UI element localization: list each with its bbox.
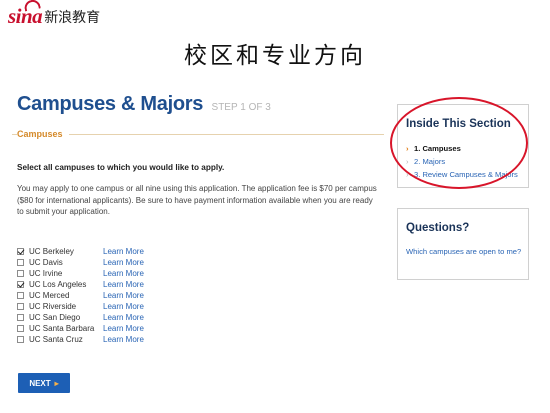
inside-section-title: Inside This Section [406,118,511,130]
campus-name: UC Merced [29,291,70,300]
campus-row: UC Berkeley Learn More [17,246,144,257]
campus-checkbox[interactable] [17,292,24,299]
questions-panel: Questions? Which campuses are open to me… [397,208,529,280]
campus-checkbox[interactable] [17,303,24,310]
logo-text: 新浪教育 [44,10,101,26]
sina-logo: sina 新浪教育 [8,0,101,27]
campus-name: UC Riverside [29,302,77,311]
campus-name: UC Davis [29,258,63,267]
campus-checkbox[interactable] [17,325,24,332]
slide-title: 校区和专业方向 [184,43,366,69]
step-indicator: STEP 1 OF 3 [211,102,271,113]
campus-name: UC Irvine [29,269,63,278]
learn-more-link[interactable]: Learn More [103,258,144,267]
section-nav-majors[interactable]: › 2. Majors [406,157,445,166]
campus-checkbox[interactable] [17,281,24,288]
learn-more-link[interactable]: Learn More [103,247,144,256]
campus-list: UC Berkeley Learn More UC Davis Learn Mo… [17,246,144,345]
learn-more-link[interactable]: Learn More [103,302,144,311]
campus-checkbox[interactable] [17,336,24,343]
section-label: Campuses [17,129,69,139]
chevron-right-icon: › [406,144,409,153]
next-button-label: NEXT [29,378,51,388]
section-nav-label: 1. Campuses [414,144,461,153]
section-nav-label: 3. Review Campuses & Majors [414,170,518,179]
inside-section-panel: Inside This Section › 1. Campuses › 2. Maj… [397,104,529,188]
chevron-right-icon: ▸ [54,378,59,388]
questions-title: Questions? [406,222,470,234]
learn-more-link[interactable]: Learn More [103,313,144,322]
campus-row: UC Riverside Learn More [17,301,144,312]
campus-checkbox[interactable] [17,314,24,321]
chevron-right-icon: › [406,157,409,166]
campus-row: UC Los Angeles Learn More [17,279,144,290]
campus-row: UC San Diego Learn More [17,312,144,323]
campus-name: UC Berkeley [29,247,74,256]
learn-more-link[interactable]: Learn More [103,324,144,333]
campus-row: UC Santa Cruz Learn More [17,334,144,345]
campus-name: UC San Diego [29,313,81,322]
next-button[interactable]: NEXT ▸ [18,373,70,393]
section-nav-review[interactable]: › 3. Review Campuses & Majors [406,170,518,179]
open-campuses-link[interactable]: Which campuses are open to me? [406,247,521,256]
campus-name: UC Santa Cruz [29,335,83,344]
learn-more-link[interactable]: Learn More [103,280,144,289]
instructions: Select all campuses to which you would l… [17,163,225,172]
campus-checkbox[interactable] [17,270,24,277]
learn-more-link[interactable]: Learn More [103,335,144,344]
campus-name: UC Los Angeles [29,280,87,289]
campus-name: UC Santa Barbara [29,324,95,333]
campus-checkbox[interactable] [17,259,24,266]
campus-row: UC Davis Learn More [17,257,144,268]
campus-row: UC Merced Learn More [17,290,144,301]
campus-checkbox[interactable] [17,248,24,255]
learn-more-link[interactable]: Learn More [103,291,144,300]
campus-row: UC Irvine Learn More [17,268,144,279]
chevron-right-icon: › [406,170,409,179]
application-fee-text: You may apply to one campus or all nine … [17,184,377,216]
section-nav-label: 2. Majors [414,157,446,166]
page-title-main: Campuses & Majors [17,93,204,115]
campus-row: UC Santa Barbara Learn More [17,323,144,334]
learn-more-link[interactable]: Learn More [103,269,144,278]
page-title: Campuses & Majors STEP 1 OF 3 [17,93,271,116]
section-nav-campuses[interactable]: › 1. Campuses [406,144,461,153]
